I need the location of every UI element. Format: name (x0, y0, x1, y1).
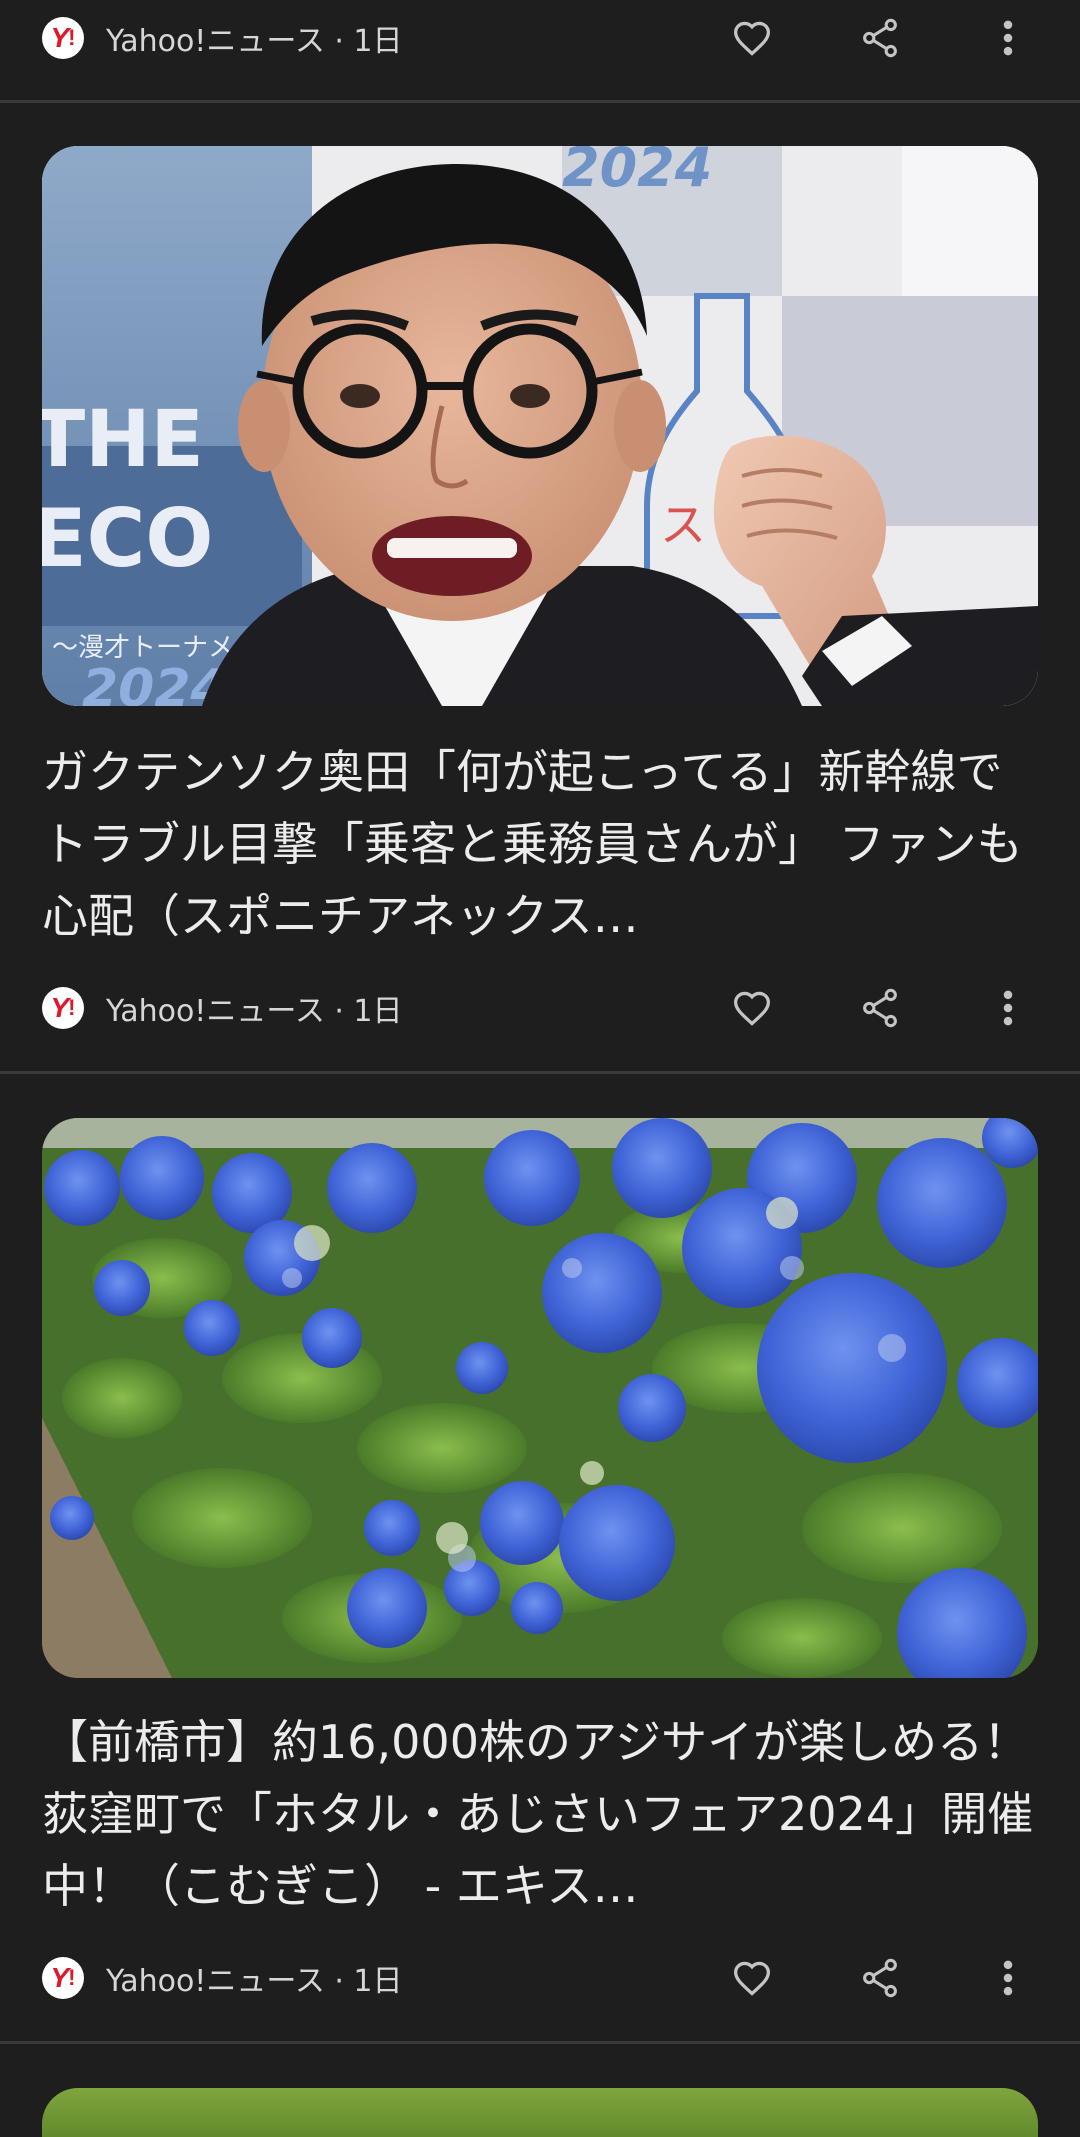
feed-divider (0, 1071, 1080, 1074)
article-photo-hydrangeas (42, 1118, 1038, 1678)
source-meta: Yahoo!ニュース · 1日 (106, 24, 403, 59)
article-thumbnail[interactable]: 2024 THE ECO 〜漫才トーナメント〜 2024 スドリ (42, 146, 1038, 706)
more-options-button[interactable] (978, 8, 1038, 68)
yahoo-logo-icon: Y! (42, 1957, 84, 1999)
article-thumbnail-next[interactable] (42, 2088, 1038, 2137)
article-thumbnail[interactable] (42, 1118, 1038, 1678)
article-headline[interactable]: ガクテンソク奥田「何が起こってる」新幹線でトラブル目撃「乗客と乗務員さんが」 フ… (42, 736, 1042, 952)
share-button[interactable] (850, 1948, 910, 2008)
news-feed: Y! Yahoo!ニュース · 1日 2024 THE ECO 〜漫才トーナメン… (0, 0, 1080, 2137)
heart-outline-icon (733, 1961, 771, 1996)
article-photo-comedian: 2024 THE ECO 〜漫才トーナメント〜 2024 スドリ (42, 146, 1038, 706)
more-vert-icon (1003, 20, 1013, 56)
share-icon (863, 1958, 897, 1998)
feed-divider (0, 2041, 1080, 2044)
article-meta-row: Y! Yahoo!ニュース · 1日 (42, 1948, 1038, 2008)
more-options-button[interactable] (978, 1948, 1038, 2008)
share-icon (863, 18, 897, 58)
article-meta-row: Y! Yahoo!ニュース · 1日 (42, 978, 1038, 1038)
yahoo-logo-icon: Y! (42, 987, 84, 1029)
heart-outline-icon (733, 991, 771, 1026)
source-meta: Yahoo!ニュース · 1日 (106, 1964, 403, 1999)
source-meta: Yahoo!ニュース · 1日 (106, 994, 403, 1029)
backdrop-text-2024-top: 2024 (562, 146, 712, 199)
more-vert-icon (1003, 990, 1013, 1026)
heart-outline-icon (733, 21, 771, 56)
share-icon (863, 988, 897, 1028)
article-headline[interactable]: 【前橋市】約16,000株のアジサイが楽しめる！ 荻窪町で「ホタル・あじさいフェ… (42, 1706, 1042, 1922)
backdrop-text-the: THE (42, 395, 204, 485)
article-actions (722, 1948, 1038, 2008)
article-meta-row-top: Y! Yahoo!ニュース · 1日 (42, 8, 1038, 68)
article-actions (722, 8, 1038, 68)
feed-divider (0, 100, 1080, 103)
like-button[interactable] (722, 978, 782, 1038)
yahoo-logo-icon: Y! (42, 17, 84, 59)
backdrop-text-eco: ECO (42, 492, 213, 585)
share-button[interactable] (850, 978, 910, 1038)
more-vert-icon (1003, 1960, 1013, 1996)
share-button[interactable] (850, 8, 910, 68)
like-button[interactable] (722, 8, 782, 68)
like-button[interactable] (722, 1948, 782, 2008)
more-options-button[interactable] (978, 978, 1038, 1038)
article-actions (722, 978, 1038, 1038)
